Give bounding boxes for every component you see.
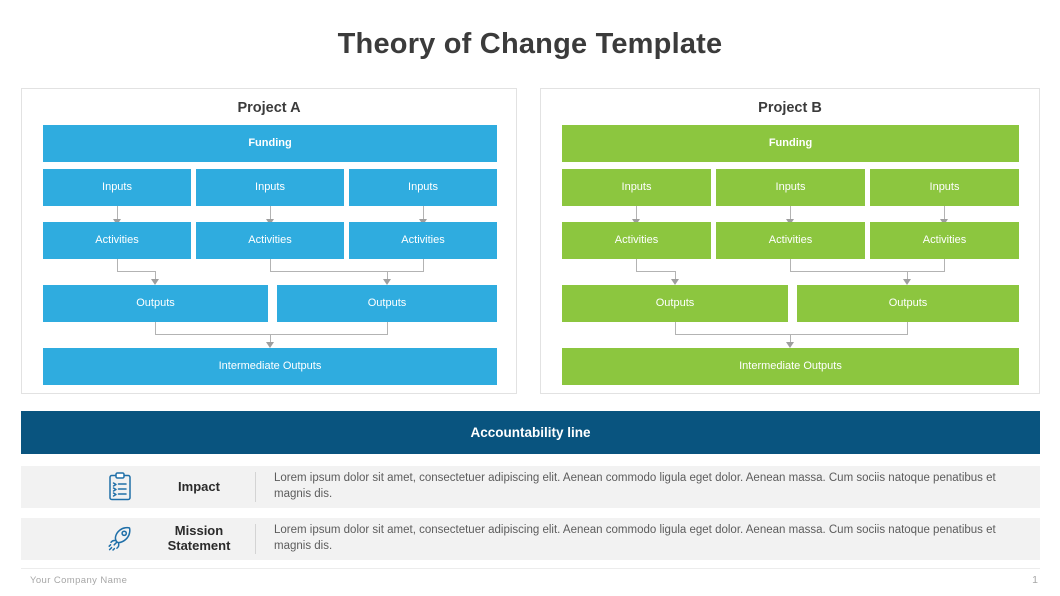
project-b-activity-box-2[interactable]: Activities: [716, 222, 865, 259]
project-a-output-box-1[interactable]: Outputs: [43, 285, 268, 322]
mission-statement-row[interactable]: Mission Statement Lorem ipsum dolor sit …: [21, 518, 1040, 560]
project-b-input-box-2[interactable]: Inputs: [716, 169, 865, 206]
project-b-activity-box-3[interactable]: Activities: [870, 222, 1019, 259]
project-a-output-box-2[interactable]: Outputs: [277, 285, 497, 322]
project-b-output-box-2[interactable]: Outputs: [797, 285, 1019, 322]
rocket-icon: [89, 525, 151, 553]
project-b-input-box-3[interactable]: Inputs: [870, 169, 1019, 206]
impact-row[interactable]: Impact Lorem ipsum dolor sit amet, conse…: [21, 466, 1040, 508]
connector-activity2-down: [790, 259, 791, 271]
slide-canvas: Theory of Change Template Project A Fund…: [0, 0, 1060, 596]
connector-activity23-merge: [790, 271, 945, 272]
impact-description: Lorem ipsum dolor sit amet, consectetuer…: [274, 472, 996, 500]
project-b-flow: Funding Inputs Inputs Inputs Activities …: [541, 89, 1039, 393]
footer-divider: [21, 568, 1040, 569]
connector-activity1-across: [117, 271, 155, 272]
project-b-input-box-1[interactable]: Inputs: [562, 169, 711, 206]
connector-output2-down: [907, 322, 908, 334]
project-b-output-box-1[interactable]: Outputs: [562, 285, 788, 322]
footer-page-number: 1: [1032, 574, 1038, 586]
accountability-line-bar[interactable]: Accountability line: [21, 411, 1040, 454]
project-a-flow: Funding Inputs Inputs Inputs Activities …: [22, 89, 516, 393]
project-b-activity-box-1[interactable]: Activities: [562, 222, 711, 259]
mission-statement-description: Lorem ipsum dolor sit amet, consectetuer…: [274, 524, 996, 552]
project-a-activity-box-1[interactable]: Activities: [43, 222, 191, 259]
project-a-activity-box-2[interactable]: Activities: [196, 222, 344, 259]
connector-activity3-down: [944, 259, 945, 271]
project-a-panel: Project A Funding Inputs Inputs Inputs A…: [21, 88, 517, 394]
project-a-input-box-1[interactable]: Inputs: [43, 169, 191, 206]
connector-activity3-down: [423, 259, 424, 271]
page-title: Theory of Change Template: [337, 28, 723, 60]
connector-activity2-down: [270, 259, 271, 271]
project-a-funding-box[interactable]: Funding: [43, 125, 497, 162]
project-b-funding-box[interactable]: Funding: [562, 125, 1019, 162]
project-a-intermediate-box[interactable]: Intermediate Outputs: [43, 348, 497, 385]
connector-output2-down: [387, 322, 388, 334]
footer-company-name: Your Company Name: [30, 575, 128, 586]
connector-output1-down: [675, 322, 676, 334]
project-a-activity-box-3[interactable]: Activities: [349, 222, 497, 259]
clipboard-icon: [89, 472, 151, 502]
connector-activity1-down: [117, 259, 118, 271]
connector-output1-down: [155, 322, 156, 334]
mission-statement-label: Mission Statement: [167, 523, 231, 553]
impact-divider: [255, 472, 256, 502]
connector-outputs-merge: [675, 334, 908, 335]
connector-activity23-merge: [270, 271, 424, 272]
project-a-input-box-2[interactable]: Inputs: [196, 169, 344, 206]
accountability-line-label: Accountability line: [470, 425, 591, 440]
project-b-intermediate-box[interactable]: Intermediate Outputs: [562, 348, 1019, 385]
connector-activity1-across: [636, 271, 675, 272]
impact-label: Impact: [178, 478, 220, 494]
mission-divider: [255, 524, 256, 554]
project-b-panel: Project B Funding Inputs Inputs Inputs A…: [540, 88, 1040, 394]
connector-activity1-down: [636, 259, 637, 271]
project-a-input-box-3[interactable]: Inputs: [349, 169, 497, 206]
connector-outputs-merge: [155, 334, 388, 335]
